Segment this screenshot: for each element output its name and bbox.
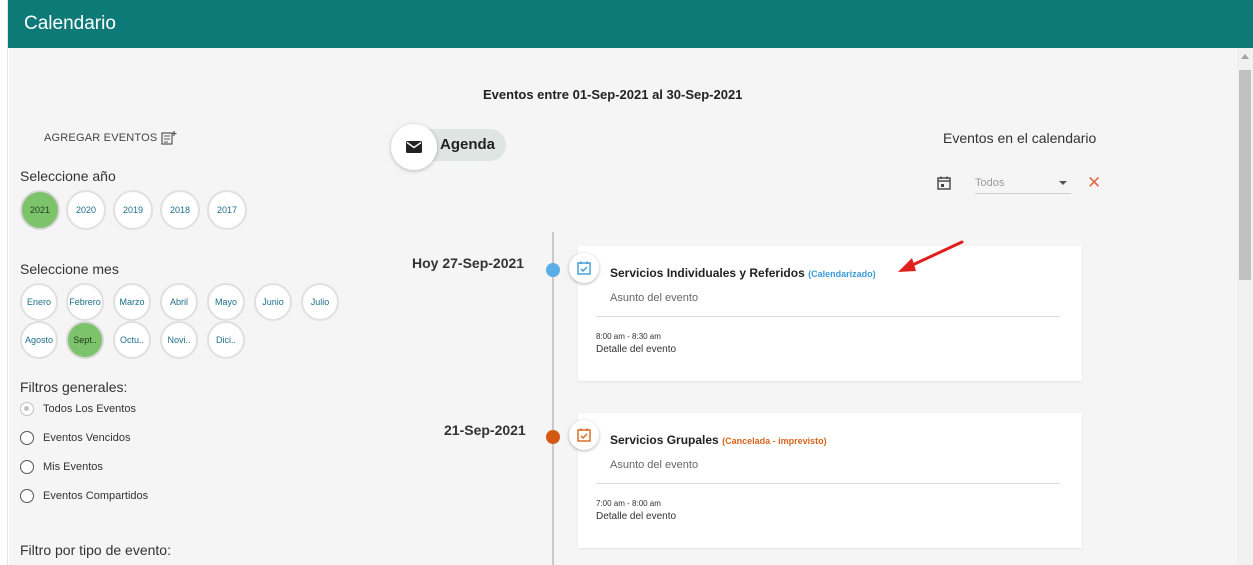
- radio-button[interactable]: [20, 460, 34, 474]
- event-time: 7:00 am - 8:00 am: [596, 499, 661, 508]
- month-pill-4[interactable]: Abril: [160, 283, 198, 321]
- event-card[interactable]: Servicios Individuales y Referidos (Cale…: [569, 246, 1082, 381]
- year-label: Seleccione año: [20, 168, 116, 184]
- radio-button[interactable]: [20, 402, 34, 416]
- vertical-scrollbar[interactable]: [1237, 48, 1253, 565]
- filter-radio-4[interactable]: Eventos Compartidos: [20, 489, 148, 503]
- year-pill-2017[interactable]: 2017: [207, 190, 247, 230]
- year-pill-2021[interactable]: 2021: [20, 190, 60, 230]
- agenda-label: Agenda: [440, 136, 496, 153]
- event-status: (Cancelada - imprevisto): [722, 436, 827, 446]
- calendar-icon: [937, 176, 951, 190]
- event-date-label: 21-Sep-2021: [444, 422, 526, 438]
- playlist-add-icon: [161, 131, 177, 145]
- month-label: Seleccione mes: [20, 261, 119, 277]
- event-subject: Asunto del evento: [610, 292, 699, 304]
- event-type-filter-label: Filtro por tipo de evento:: [20, 542, 171, 558]
- month-pill-7[interactable]: Julio: [301, 283, 339, 321]
- month-pill-11[interactable]: Novi..: [160, 321, 198, 359]
- filter-label: Todos Los Eventos: [43, 403, 136, 415]
- app-title: Calendario: [24, 13, 116, 34]
- month-pill-2[interactable]: Febrero: [66, 283, 104, 321]
- divider: [596, 316, 1060, 317]
- scrollbar-thumb[interactable]: [1239, 70, 1251, 280]
- event-detail: Detalle del evento: [596, 344, 677, 355]
- event-title-text: Servicios Grupales: [610, 433, 719, 447]
- event-check-icon: [569, 420, 599, 450]
- month-pill-9[interactable]: Sept..: [66, 321, 104, 359]
- annotation-arrow-icon: [898, 240, 964, 272]
- month-pill-1[interactable]: Enero: [20, 283, 58, 321]
- add-events-label: AGREGAR EVENTOS: [44, 132, 158, 144]
- event-title-text: Servicios Individuales y Referidos: [610, 266, 805, 280]
- month-pill-12[interactable]: Dici..: [207, 321, 245, 359]
- event-title: Servicios Individuales y Referidos (Cale…: [610, 266, 876, 280]
- chevron-down-icon: [1059, 181, 1067, 185]
- event-title: Servicios Grupales (Cancelada - imprevis…: [610, 433, 827, 447]
- filter-label: Eventos Vencidos: [43, 432, 131, 444]
- divider: [596, 483, 1060, 484]
- events-in-calendar-label: Eventos en el calendario: [943, 130, 1097, 146]
- calendar-select[interactable]: Todos: [975, 174, 1071, 194]
- month-pill-6[interactable]: Junio: [254, 283, 292, 321]
- year-pill-2019[interactable]: 2019: [113, 190, 153, 230]
- app-header: Calendario: [8, 0, 1253, 48]
- scroll-up-arrow-icon[interactable]: [1241, 54, 1249, 59]
- event-time: 8:00 am - 8:30 am: [596, 332, 661, 341]
- event-detail: Detalle del evento: [596, 511, 677, 522]
- filter-radio-3[interactable]: Mis Eventos: [20, 460, 103, 474]
- mail-icon: [406, 141, 422, 153]
- month-pill-10[interactable]: Octu..: [113, 321, 151, 359]
- month-pill-8[interactable]: Agosto: [20, 321, 58, 359]
- event-subject: Asunto del evento: [610, 459, 699, 471]
- radio-button[interactable]: [20, 431, 34, 445]
- filter-radio-1[interactable]: Todos Los Eventos: [20, 402, 136, 416]
- filter-label: Mis Eventos: [43, 461, 103, 473]
- calendar-select-value: Todos: [975, 177, 1005, 189]
- add-events-button[interactable]: AGREGAR EVENTOS: [44, 131, 177, 145]
- timeline-dot: [546, 430, 560, 444]
- timeline-line: [552, 232, 554, 565]
- filters-label: Filtros generales:: [20, 379, 128, 395]
- clear-filter-close-icon[interactable]: ✕: [1087, 174, 1101, 191]
- event-card[interactable]: Servicios Grupales (Cancelada - imprevis…: [569, 413, 1082, 548]
- agenda-button[interactable]: [391, 124, 437, 170]
- filter-label: Eventos Compartidos: [43, 490, 149, 502]
- year-pill-2020[interactable]: 2020: [66, 190, 106, 230]
- month-pill-3[interactable]: Marzo: [113, 283, 151, 321]
- timeline-dot: [546, 263, 560, 277]
- year-pill-2018[interactable]: 2018: [160, 190, 200, 230]
- left-edge-strip: [0, 0, 8, 565]
- event-status: (Calendarizado): [808, 269, 876, 279]
- filter-radio-2[interactable]: Eventos Vencidos: [20, 431, 130, 445]
- date-range-title: Eventos entre 01-Sep-2021 al 30-Sep-2021: [483, 87, 743, 102]
- radio-button[interactable]: [20, 489, 34, 503]
- event-date-label: Hoy 27-Sep-2021: [412, 255, 525, 271]
- month-pill-5[interactable]: Mayo: [207, 283, 245, 321]
- event-check-icon: [569, 253, 599, 283]
